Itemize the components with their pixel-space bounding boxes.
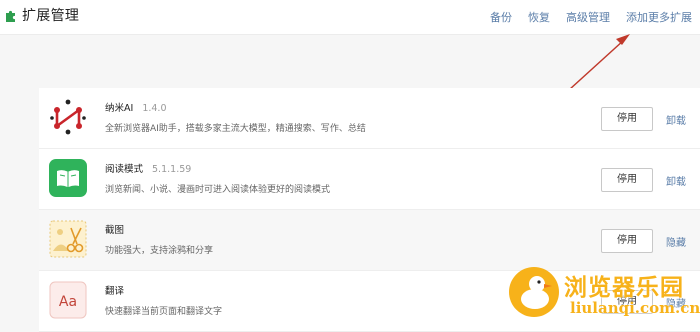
watermark-url: liulanqi.com.cn	[570, 299, 700, 317]
uninstall-link[interactable]: 卸载	[666, 112, 686, 127]
extension-description: 快速翻译当前页面和翻译文字	[105, 307, 223, 317]
page-title: 扩展管理	[22, 8, 80, 24]
header-nav: 备份 恢复 高级管理 添加更多扩展	[490, 9, 692, 25]
hide-link[interactable]: 隐藏	[666, 234, 686, 249]
book-icon	[49, 159, 87, 197]
translate-icon: Aa	[49, 281, 87, 319]
add-more-extensions-link[interactable]: 添加更多扩展	[626, 9, 692, 25]
extension-name: 翻译	[105, 286, 125, 297]
svg-text:Aa: Aa	[59, 294, 77, 310]
scissors-icon	[49, 220, 87, 258]
disable-button[interactable]: 停用	[601, 107, 653, 131]
extension-name: 截图	[105, 225, 125, 236]
top-bar: 扩展管理 备份 恢复 高级管理 添加更多扩展	[0, 0, 700, 35]
extension-description: 全新浏览器AI助手，搭载多家主流大模型，精通搜索、写作、总结	[105, 124, 366, 134]
disable-button[interactable]: 停用	[601, 229, 653, 253]
extension-name: 纳米AI 1.4.0	[105, 103, 167, 114]
puzzle-icon	[6, 10, 15, 22]
nami-ai-icon	[50, 99, 86, 135]
page-title-wrap: 扩展管理	[4, 5, 79, 25]
restore-link[interactable]: 恢复	[528, 9, 550, 25]
extension-description: 功能强大，支持涂鸦和分享	[105, 246, 214, 256]
extension-version: 1.4.0	[142, 103, 167, 114]
advanced-management-link[interactable]: 高级管理	[566, 9, 610, 25]
site-watermark: 浏览器乐园 liulanqi.com.cn	[508, 264, 700, 321]
backup-link[interactable]: 备份	[490, 9, 512, 25]
extension-description: 浏览新闻、小说、漫画时可进入阅读体验更好的阅读模式	[105, 185, 331, 195]
extension-name: 阅读模式 5.1.1.59	[105, 164, 192, 175]
extension-version: 5.1.1.59	[152, 164, 192, 175]
extension-row-screenshot: 截图 功能强大，支持涂鸦和分享 停用 隐藏	[39, 210, 700, 271]
extension-row-reading-mode: 阅读模式 5.1.1.59 浏览新闻、小说、漫画时可进入阅读体验更好的阅读模式 停…	[39, 149, 700, 210]
uninstall-link[interactable]: 卸载	[666, 173, 686, 188]
watermark-duck-logo	[509, 267, 559, 317]
disable-button[interactable]: 停用	[601, 168, 653, 192]
extension-row-nami-ai: 纳米AI 1.4.0 全新浏览器AI助手，搭载多家主流大模型，精通搜索、写作、总结…	[39, 88, 700, 149]
watermark-text: 浏览器乐园	[564, 274, 684, 301]
